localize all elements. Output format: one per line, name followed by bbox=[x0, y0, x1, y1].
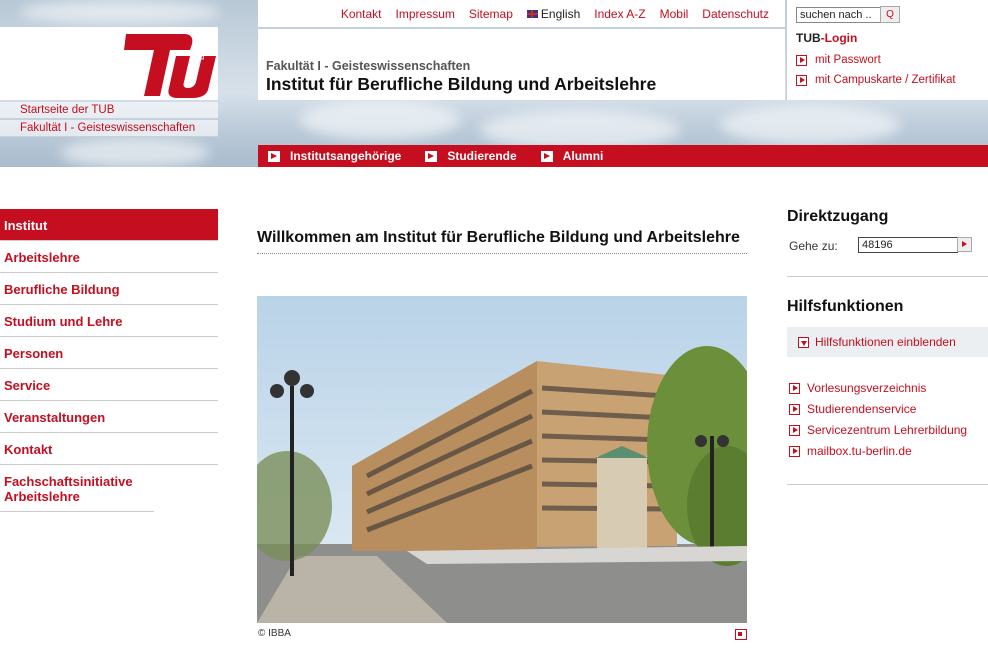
search-button[interactable]: Q bbox=[880, 6, 900, 23]
arrow-right-icon bbox=[540, 150, 553, 162]
top-link-index[interactable]: Index A-Z bbox=[594, 7, 645, 21]
page-header: Fakultät I - Geisteswissenschaften Insti… bbox=[258, 29, 785, 100]
arrow-down-icon bbox=[798, 336, 809, 348]
search-icon: Q bbox=[886, 9, 894, 20]
sidebar-item-kontakt[interactable]: Kontakt bbox=[0, 433, 218, 465]
login-panel: suchen nach .. Q TUB-Login mit Passwort … bbox=[786, 0, 988, 100]
goto-button[interactable] bbox=[957, 237, 972, 252]
sidebar-item-service[interactable]: Service bbox=[0, 369, 218, 401]
sidebar-item-arbeitslehre[interactable]: Arbeitslehre bbox=[0, 241, 218, 273]
link-mailbox[interactable]: mailbox.tu-berlin.de bbox=[789, 444, 912, 458]
arrow-right-icon bbox=[789, 382, 800, 394]
search-input[interactable]: suchen nach .. bbox=[796, 7, 881, 23]
page-title: Institut für Berufliche Bildung und Arbe… bbox=[266, 74, 657, 94]
hilfsfunktionen-toggle[interactable]: Hilfsfunktionen einblenden bbox=[787, 327, 988, 357]
divider bbox=[787, 484, 988, 485]
photo-copyright: © IBBA bbox=[258, 628, 291, 639]
top-link-mobil[interactable]: Mobil bbox=[660, 7, 689, 21]
direktzugang-heading: Direktzugang bbox=[787, 208, 889, 225]
enlarge-icon[interactable] bbox=[735, 629, 747, 640]
breadcrumb-tub-home[interactable]: Startseite der TUB bbox=[0, 102, 218, 119]
login-campuscard-link[interactable]: mit Campuskarte / Zertifikat bbox=[796, 74, 956, 86]
arrow-right-icon bbox=[789, 403, 800, 415]
hilfsfunktionen-heading: Hilfsfunktionen bbox=[787, 298, 904, 315]
goto-input[interactable]: 48196 bbox=[858, 237, 958, 253]
arrow-right-icon bbox=[789, 424, 800, 436]
arrow-right-icon bbox=[796, 74, 807, 86]
login-password-link[interactable]: mit Passwort bbox=[796, 54, 881, 66]
main-navigation: Institutsangehörige Studierende Alumni bbox=[258, 145, 988, 167]
sidebar-item-veranstaltungen[interactable]: Veranstaltungen bbox=[0, 401, 218, 433]
sidebar-item-fachschaftsinitiative[interactable]: Fachschaftsinitiative Arbeitslehre bbox=[0, 465, 154, 512]
nav-studierende[interactable]: Studierende bbox=[425, 149, 517, 163]
sidebar-item-berufliche-bildung[interactable]: Berufliche Bildung bbox=[0, 273, 218, 305]
link-studierendenservice[interactable]: Studierendenservice bbox=[789, 402, 916, 416]
breadcrumb: Startseite der TUB Fakultät I - Geistesw… bbox=[0, 102, 218, 138]
uk-flag-icon bbox=[526, 9, 538, 18]
goto-label: Gehe zu: bbox=[789, 239, 838, 253]
link-vorlesungsverzeichnis[interactable]: Vorlesungsverzeichnis bbox=[789, 381, 926, 395]
sidebar-item-studium-und-lehre[interactable]: Studium und Lehre bbox=[0, 305, 218, 337]
top-link-kontakt[interactable]: Kontakt bbox=[341, 7, 382, 21]
top-link-sitemap[interactable]: Sitemap bbox=[469, 7, 513, 21]
sidebar-item-personen[interactable]: Personen bbox=[0, 337, 218, 369]
arrow-right-icon bbox=[268, 150, 280, 162]
faculty-name: Fakultät I - Geisteswissenschaften bbox=[266, 59, 471, 73]
divider bbox=[787, 276, 988, 277]
top-link-english[interactable]: English bbox=[526, 7, 580, 21]
institute-building-photo[interactable] bbox=[257, 296, 747, 623]
sidebar-item-institut[interactable]: Institut bbox=[0, 209, 218, 241]
arrow-right-icon bbox=[425, 150, 438, 162]
arrow-right-icon bbox=[789, 445, 800, 457]
breadcrumb-faculty[interactable]: Fakultät I - Geisteswissenschaften bbox=[0, 120, 218, 137]
nav-alumni[interactable]: Alumni bbox=[540, 149, 603, 163]
tub-login-heading: TUB-Login bbox=[796, 31, 858, 45]
tu-berlin-logo[interactable]: berlin bbox=[122, 30, 216, 100]
top-link-datenschutz[interactable]: Datenschutz bbox=[702, 7, 769, 21]
svg-text:berlin: berlin bbox=[196, 38, 206, 60]
link-servicezentrum-lehrerbildung[interactable]: Servicezentrum Lehrerbildung bbox=[789, 423, 967, 437]
arrow-right-icon bbox=[796, 54, 807, 66]
sidebar-navigation: Institut Arbeitslehre Berufliche Bildung… bbox=[0, 209, 218, 512]
top-navigation: Kontakt Impressum Sitemap English Index … bbox=[258, 0, 785, 27]
nav-institutsangehoerige[interactable]: Institutsangehörige bbox=[268, 149, 401, 163]
welcome-heading: Willkommen am Institut für Berufliche Bi… bbox=[257, 228, 747, 254]
top-link-impressum[interactable]: Impressum bbox=[396, 7, 455, 21]
